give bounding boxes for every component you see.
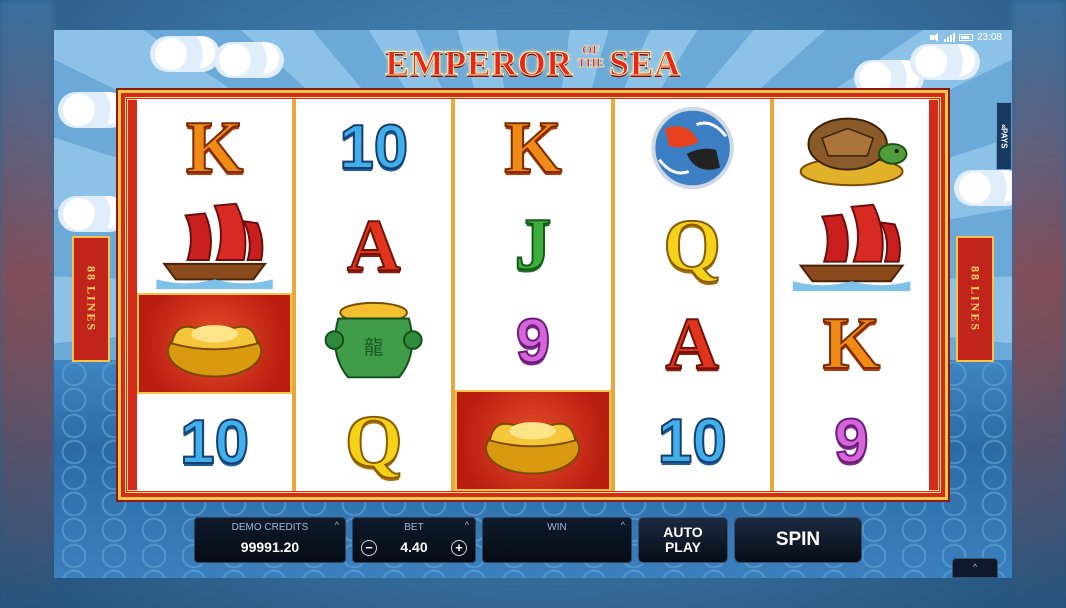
- reel-1: K 10: [137, 99, 293, 491]
- symbol-q: Q: [296, 393, 451, 491]
- chevron-up-icon: ^: [334, 520, 339, 530]
- pays-label: PAYS: [999, 127, 1009, 149]
- reel-5: K9: [773, 99, 930, 491]
- bet-label: BET: [404, 522, 424, 533]
- symbol-a-text: A: [664, 303, 719, 385]
- symbol-k-text: K: [185, 106, 245, 189]
- clock-time: 23:08: [976, 32, 1002, 43]
- pays-tab[interactable]: « PAYS: [996, 102, 1012, 170]
- auto-play-label-line2: PLAY: [664, 539, 702, 555]
- signal-icon: [943, 33, 955, 42]
- symbol-9: 9: [455, 293, 610, 390]
- reel-3: KJ 9: [455, 99, 611, 491]
- symbol-k-text: K: [822, 303, 882, 385]
- ship-icon: [137, 196, 292, 293]
- reel-4: Q A 10: [614, 99, 770, 491]
- win-panel: WIN ^: [482, 517, 632, 563]
- cloud-icon: [954, 170, 1012, 206]
- symbol-q: Q: [615, 197, 770, 295]
- lines-count: 88: [84, 265, 99, 282]
- jade-urn-icon: 龍: [296, 295, 451, 393]
- reels-grid: K 10 10 A 龍 Q K J 9 Q A 10 K 9: [137, 99, 930, 491]
- credits-value: 99991.20: [240, 539, 300, 555]
- title-word-sea: SEA: [609, 43, 681, 84]
- svg-text:龍: 龍: [364, 336, 384, 359]
- lines-word: LINES: [84, 285, 99, 333]
- menu-tab[interactable]: ^: [952, 558, 998, 578]
- slot-game-screen: EMPEROR OF THE SEA 23:08 « PAYS 88 LINES …: [0, 0, 1066, 608]
- win-label: WIN: [547, 522, 567, 533]
- koi-fish-icon: [615, 99, 770, 197]
- chevron-up-icon[interactable]: ^: [465, 520, 469, 530]
- lines-count: 88: [968, 265, 983, 282]
- symbol-j: J: [455, 196, 610, 293]
- ship-icon: [774, 197, 929, 295]
- symbol-k-text: K: [503, 106, 563, 189]
- symbol-k: K: [774, 295, 929, 393]
- reels-frame: K 10 10 A 龍 Q K J 9 Q A 10 K 9: [118, 90, 948, 500]
- title-word-the: THE: [577, 55, 605, 70]
- chevron-up-icon: ^: [972, 562, 978, 572]
- bet-panel: BET ^ − 4.40 +: [352, 517, 476, 563]
- symbol-q-text: Q: [344, 401, 404, 483]
- game-canvas: EMPEROR OF THE SEA 23:08 « PAYS 88 LINES …: [54, 30, 1012, 578]
- symbol-10: 10: [615, 393, 770, 491]
- control-bar: DEMO CREDITS ^ 99991.20 BET ^ − 4.40 + W…: [194, 517, 862, 563]
- symbol-10-text: 10: [179, 407, 250, 477]
- symbol-10: 10: [296, 99, 451, 197]
- auto-play-button[interactable]: AUTO PLAY: [638, 517, 728, 563]
- spin-label: SPIN: [775, 529, 821, 550]
- symbol-10-text: 10: [657, 407, 728, 476]
- battery-icon: [958, 34, 973, 41]
- gold-ingot-icon: [137, 293, 293, 394]
- device-status-bar: 23:08: [929, 32, 1002, 43]
- symbol-10-text: 10: [338, 113, 409, 182]
- symbol-k: K: [137, 99, 292, 196]
- symbol-a-text: A: [346, 205, 401, 287]
- symbol-k: K: [455, 99, 610, 196]
- lines-word: LINES: [968, 285, 983, 333]
- spin-button[interactable]: SPIN: [734, 517, 862, 563]
- chevron-up-icon[interactable]: ^: [621, 520, 625, 530]
- title-word-emperor: EMPEROR: [385, 43, 573, 84]
- turtle-icon: [774, 99, 929, 197]
- reel-2: 10 A 龍 Q: [296, 99, 452, 491]
- credits-label: DEMO CREDITS: [231, 522, 309, 533]
- symbol-10: 10: [137, 394, 292, 491]
- game-title-logo: EMPEROR OF THE SEA: [54, 42, 1012, 84]
- symbol-a: A: [615, 295, 770, 393]
- symbol-9: 9: [774, 393, 929, 491]
- bet-increase-button[interactable]: +: [451, 540, 467, 556]
- lines-badge-left: 88 LINES: [72, 236, 110, 362]
- symbol-9-text: 9: [833, 407, 870, 476]
- lines-badge-right: 88 LINES: [956, 236, 994, 362]
- credits-panel[interactable]: DEMO CREDITS ^ 99991.20: [194, 517, 346, 563]
- gold-ingot-icon: [455, 390, 611, 491]
- symbol-j-text: J: [514, 203, 553, 286]
- title-of-the: OF THE: [577, 43, 605, 70]
- symbol-a: A: [296, 197, 451, 295]
- speaker-icon: [929, 33, 940, 42]
- symbol-q-text: Q: [662, 205, 722, 287]
- left-blur-band: [0, 0, 54, 608]
- auto-play-label-line1: AUTO: [663, 524, 703, 540]
- symbol-9-text: 9: [515, 306, 552, 376]
- right-blur-band: [1012, 0, 1066, 608]
